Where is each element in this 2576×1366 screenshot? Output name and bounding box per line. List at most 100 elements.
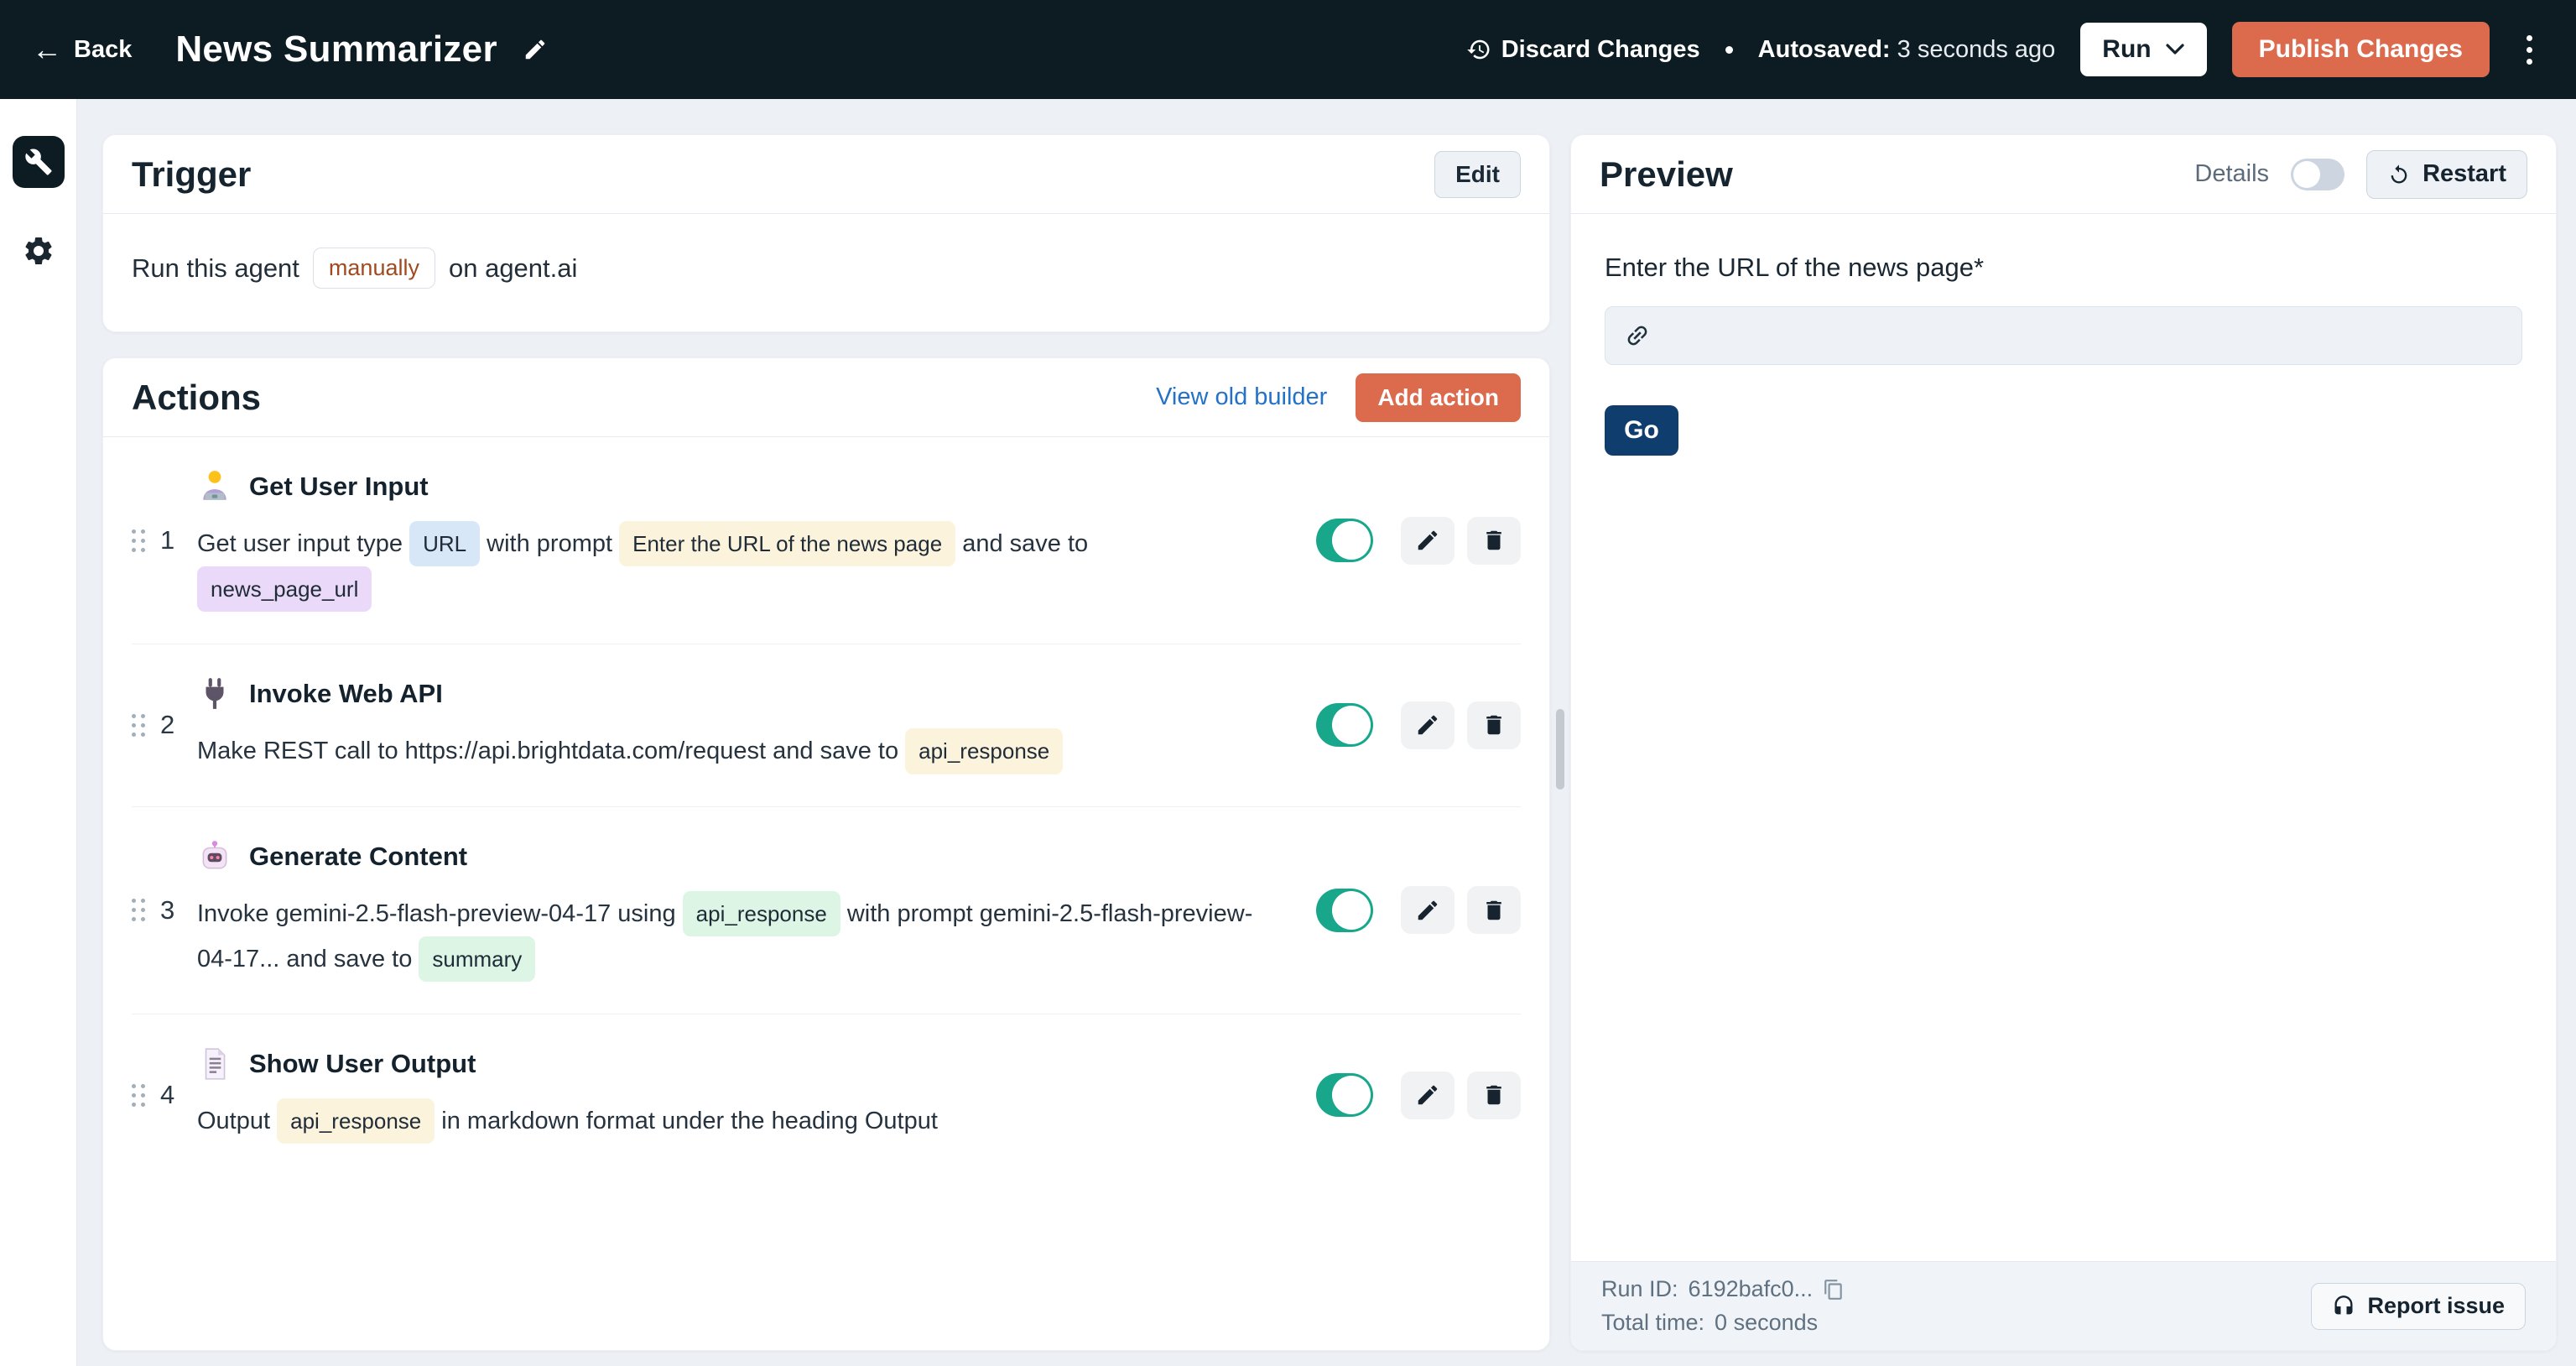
preview-header: Preview Details Restart: [1571, 135, 2556, 214]
delete-action-button[interactable]: [1467, 517, 1521, 565]
copy-icon[interactable]: [1823, 1279, 1845, 1301]
trigger-card: Trigger Edit Run this agent manually on …: [102, 134, 1550, 332]
trigger-header: Trigger Edit: [103, 135, 1549, 214]
restart-icon: [2387, 163, 2411, 186]
description-text: Invoke gemini-2.5-flash-preview-04-17 us…: [197, 900, 683, 927]
report-issue-label: Report issue: [2367, 1293, 2505, 1319]
back-label: Back: [74, 36, 132, 64]
technologist-emoji: [197, 469, 232, 504]
actions-card: Actions View old builder Add action 1 Ge…: [102, 357, 1550, 1351]
drag-handle[interactable]: [132, 529, 145, 552]
gear-icon: [22, 234, 55, 268]
run-id-label: Run ID:: [1601, 1276, 1678, 1302]
sidebar-item-build[interactable]: [13, 136, 65, 188]
action-enabled-toggle[interactable]: [1316, 703, 1373, 747]
run-button[interactable]: Run: [2080, 23, 2206, 76]
url-field-label: Enter the URL of the news page*: [1605, 253, 2522, 283]
total-time-value: 0 seconds: [1715, 1310, 1818, 1336]
action-title: Invoke Web API: [249, 679, 443, 709]
trigger-title: Trigger: [132, 154, 251, 195]
description-text: with prompt: [480, 530, 619, 557]
details-label: Details: [2194, 160, 2269, 188]
back-arrow-icon: ←: [32, 34, 62, 65]
trigger-sentence-suffix: on agent.ai: [449, 253, 577, 284]
chevron-down-icon: [2165, 43, 2185, 56]
description-text: Output: [197, 1108, 277, 1134]
drag-handle[interactable]: [132, 1084, 145, 1107]
action-enabled-toggle[interactable]: [1316, 1073, 1373, 1117]
discard-changes-button[interactable]: Discard Changes: [1466, 36, 1700, 64]
action-enabled-toggle[interactable]: [1316, 519, 1373, 562]
history-icon: [1466, 37, 1491, 62]
trash-icon: [1481, 712, 1507, 738]
action-number: 3: [160, 895, 174, 925]
restart-label: Restart: [2422, 160, 2506, 188]
preview-title: Preview: [1600, 154, 1733, 195]
actions-title: Actions: [132, 378, 261, 418]
report-issue-button[interactable]: Report issue: [2311, 1283, 2526, 1330]
view-old-builder-link[interactable]: View old builder: [1156, 383, 1327, 411]
value-chip: Enter the URL of the news page: [619, 521, 955, 566]
topbar-actions: Discard Changes Autosaved: 3 seconds ago…: [1466, 22, 2544, 77]
delete-action-button[interactable]: [1467, 1071, 1521, 1119]
pencil-icon: [1415, 1082, 1440, 1108]
content-area: Trigger Edit Run this agent manually on …: [77, 99, 2576, 1366]
value-chip: URL: [409, 521, 480, 566]
discard-label: Discard Changes: [1501, 36, 1700, 64]
edit-action-button[interactable]: [1401, 1071, 1455, 1119]
drag-handle[interactable]: [132, 899, 145, 921]
add-action-button[interactable]: Add action: [1356, 373, 1521, 422]
value-chip: news_page_url: [197, 566, 372, 612]
link-icon: [1618, 316, 1656, 354]
wrench-icon: [24, 148, 53, 176]
autosaved-status: Autosaved: 3 seconds ago: [1758, 36, 2056, 64]
more-options-button[interactable]: [2515, 29, 2544, 71]
publish-changes-button[interactable]: Publish Changes: [2232, 22, 2490, 77]
delete-action-button[interactable]: [1467, 701, 1521, 749]
drag-handle[interactable]: [132, 714, 145, 737]
sidebar-item-settings[interactable]: [13, 225, 65, 277]
action-row: 1 Get User Input Get user input type URL…: [132, 437, 1521, 644]
description-text: Make REST call to https://api.brightdata…: [197, 738, 905, 764]
edit-action-button[interactable]: [1401, 517, 1455, 565]
action-description: Get user input type URL with prompt Ente…: [197, 521, 1262, 612]
run-label: Run: [2102, 35, 2151, 64]
total-time-label: Total time:: [1601, 1310, 1704, 1336]
url-input-container: [1605, 306, 2522, 365]
page-emoji: [197, 1046, 232, 1082]
description-text: and save to: [955, 530, 1088, 557]
details-toggle[interactable]: [2291, 159, 2344, 190]
preview-body: Enter the URL of the news page* Go: [1571, 214, 2556, 494]
plug-emoji: [197, 676, 232, 712]
scrollbar-thumb[interactable]: [1556, 709, 1564, 790]
value-chip: api_response: [905, 728, 1063, 774]
trigger-edit-button[interactable]: Edit: [1434, 151, 1521, 198]
trigger-mode-chip[interactable]: manually: [313, 248, 435, 289]
action-title: Show User Output: [249, 1049, 476, 1079]
trigger-body: Run this agent manually on agent.ai: [103, 214, 1549, 322]
autosaved-label: Autosaved:: [1758, 36, 1891, 63]
edit-action-button[interactable]: [1401, 701, 1455, 749]
top-bar: ← Back News Summarizer Discard Changes A…: [0, 0, 2576, 99]
url-input[interactable]: [1664, 322, 2503, 350]
run-id-value: 6192bafc0...: [1689, 1276, 1814, 1302]
actions-list: 1 Get User Input Get user input type URL…: [103, 437, 1549, 1176]
preview-card: Preview Details Restart Enter the URL of…: [1570, 134, 2557, 1351]
delete-action-button[interactable]: [1467, 886, 1521, 934]
edit-action-button[interactable]: [1401, 886, 1455, 934]
back-button[interactable]: ← Back: [32, 34, 132, 65]
action-enabled-toggle[interactable]: [1316, 889, 1373, 932]
pencil-icon: [1415, 712, 1440, 738]
page-title: News Summarizer: [175, 29, 497, 70]
go-button[interactable]: Go: [1605, 405, 1678, 456]
pencil-icon: [1415, 528, 1440, 553]
rename-agent-icon[interactable]: [523, 37, 548, 62]
action-number: 1: [160, 525, 174, 555]
action-row: 2 Invoke Web API Make REST call to https…: [132, 644, 1521, 806]
trash-icon: [1481, 528, 1507, 553]
value-chip: api_response: [277, 1098, 435, 1144]
restart-button[interactable]: Restart: [2366, 150, 2527, 199]
separator-dot: [1725, 46, 1733, 54]
action-number: 2: [160, 710, 174, 740]
trash-icon: [1481, 1082, 1507, 1108]
